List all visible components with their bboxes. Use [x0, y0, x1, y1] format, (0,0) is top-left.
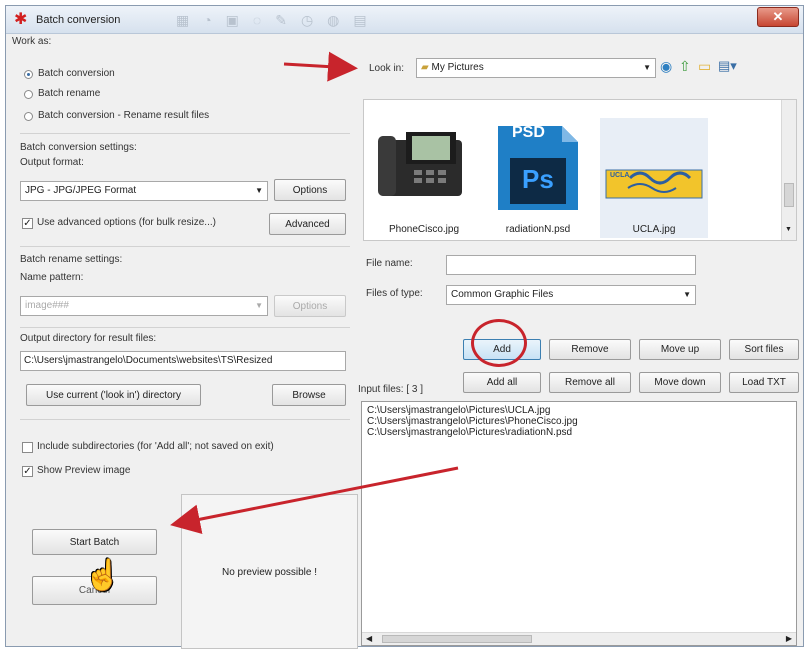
files-of-type-value: Common Graphic Files [451, 289, 554, 300]
file-item-phonecisco[interactable]: PhoneCisco.jpg [370, 118, 478, 238]
file-item-radiationn[interactable]: PSD Ps radiationN.psd [484, 118, 592, 238]
remove-all-button[interactable]: Remove all [549, 372, 631, 393]
look-in-value: My Pictures [431, 62, 484, 73]
title-bar: ✱ Batch conversion ▦◔▣◌✎◷◍▤ ✕ [6, 6, 803, 34]
file-browser: PhoneCisco.jpg PSD Ps radiationN.psd UCL… [363, 99, 797, 241]
file-item-ucla[interactable]: UCLA UCLA.jpg [600, 118, 708, 238]
move-up-button[interactable]: Move up [639, 339, 721, 360]
divider [20, 327, 350, 328]
file-name: PhoneCisco.jpg [388, 224, 460, 235]
window-title: Batch conversion [36, 14, 121, 26]
dropdown-arrow-icon: ▼ [683, 290, 691, 299]
file-name-input[interactable] [446, 255, 696, 275]
work-as-heading: Work as: [12, 36, 52, 47]
input-files-label: Input files: [ 3 ] [358, 384, 424, 395]
start-batch-button[interactable]: Start Batch [32, 529, 157, 555]
hand-cursor-icon: ☝ [84, 559, 122, 592]
dropdown-arrow-icon: ▼ [255, 301, 263, 310]
new-folder-icon[interactable]: ▭ [698, 58, 711, 75]
close-button[interactable]: ✕ [757, 7, 799, 27]
include-subdirs-label: Include subdirectories (for 'Add all'; n… [37, 441, 274, 452]
output-dir-label: Output directory for result files: [20, 333, 157, 344]
scroll-thumb[interactable] [382, 635, 532, 643]
phone-thumbnail [378, 132, 462, 196]
list-item[interactable]: C:\Users\jmastrangelo\Pictures\UCLA.jpg [362, 405, 796, 416]
folder-icon: ▰ [421, 62, 429, 73]
psd-badge: PSD [512, 124, 545, 141]
name-pattern-select[interactable]: image### ▼ [20, 296, 268, 316]
files-of-type-label: Files of type: [366, 288, 423, 299]
up-folder-icon[interactable]: ⇧ [679, 58, 691, 75]
preview-pane: No preview possible ! [181, 494, 358, 649]
show-preview-checkbox[interactable]: ✓ [22, 466, 33, 477]
photoshop-glyph: Ps [522, 164, 554, 194]
output-format-select[interactable]: JPG - JPG/JPEG Format ▼ [20, 181, 268, 201]
advanced-button[interactable]: Advanced [269, 213, 346, 235]
file-name: UCLA.jpg [632, 224, 676, 235]
look-in-label: Look in: [369, 63, 405, 74]
advanced-options-checkbox[interactable]: ✓ [22, 218, 33, 229]
add-all-button[interactable]: Add all [463, 372, 541, 393]
output-format-label: Output format: [20, 157, 84, 168]
file-browser-scrollbar[interactable]: ▼ [781, 100, 796, 240]
browse-button[interactable]: Browse [272, 384, 346, 406]
list-item[interactable]: C:\Users\jmastrangelo\Pictures\radiation… [362, 427, 796, 438]
file-name: radiationN.psd [505, 224, 571, 235]
radio-conversion-rename-label: Batch conversion - Rename result files [38, 110, 210, 121]
move-down-button[interactable]: Move down [639, 372, 721, 393]
radio-batch-rename-label: Batch rename [38, 88, 101, 99]
dropdown-arrow-icon: ▼ [255, 186, 263, 195]
radio-conversion-rename[interactable] [24, 112, 33, 121]
app-icon: ✱ [14, 11, 28, 28]
toolbar-ghost-icons: ▦◔▣◌✎◷◍▤ [176, 12, 381, 28]
back-icon[interactable]: ◉ [660, 58, 672, 75]
scroll-left-icon[interactable]: ◀ [366, 634, 372, 643]
scroll-thumb[interactable] [784, 183, 794, 207]
use-current-dir-button[interactable]: Use current ('look in') directory [26, 384, 201, 406]
divider [20, 419, 350, 420]
name-pattern-label: Name pattern: [20, 272, 84, 283]
scroll-right-icon[interactable]: ▶ [786, 634, 792, 643]
radio-batch-rename[interactable] [24, 90, 33, 99]
sort-files-button[interactable]: Sort files [729, 339, 799, 360]
output-dir-field[interactable]: C:\Users\jmastrangelo\Documents\websites… [20, 351, 346, 371]
ucla-badge: UCLA [610, 172, 630, 179]
divider [20, 133, 350, 134]
list-item[interactable]: C:\Users\jmastrangelo\Pictures\PhoneCisc… [362, 416, 796, 427]
divider [20, 246, 350, 247]
rename-settings-heading: Batch rename settings: [20, 254, 123, 265]
annotation-circle [471, 319, 527, 367]
input-list-hscrollbar[interactable]: ◀ ▶ [362, 632, 796, 645]
name-pattern-value: image### [25, 300, 69, 311]
load-txt-button[interactable]: Load TXT [729, 372, 799, 393]
ucla-thumbnail [605, 169, 703, 199]
remove-button[interactable]: Remove [549, 339, 631, 360]
input-files-list[interactable]: C:\Users\jmastrangelo\Pictures\UCLA.jpg … [361, 401, 797, 646]
look-in-select[interactable]: ▰ My Pictures ▼ [416, 58, 656, 78]
output-format-value: JPG - JPG/JPEG Format [25, 185, 137, 196]
show-preview-label: Show Preview image [37, 465, 131, 476]
include-subdirs-checkbox[interactable] [22, 442, 33, 453]
view-menu-icon[interactable]: ▤▾ [718, 58, 737, 74]
batch-conversion-window: ✱ Batch conversion ▦◔▣◌✎◷◍▤ ✕ Work as: B… [5, 5, 804, 649]
dropdown-arrow-icon: ▼ [643, 63, 651, 72]
radio-batch-conversion-label: Batch conversion [38, 68, 115, 79]
advanced-options-label: Use advanced options (for bulk resize...… [37, 217, 216, 228]
format-options-button[interactable]: Options [274, 179, 346, 201]
files-of-type-select[interactable]: Common Graphic Files ▼ [446, 285, 696, 305]
radio-batch-conversion[interactable] [24, 70, 33, 79]
rename-options-button[interactable]: Options [274, 295, 346, 317]
conversion-settings-heading: Batch conversion settings: [20, 142, 137, 153]
file-name-label: File name: [366, 258, 413, 269]
preview-message: No preview possible ! [221, 567, 318, 578]
scroll-down-icon[interactable]: ▼ [785, 226, 792, 233]
